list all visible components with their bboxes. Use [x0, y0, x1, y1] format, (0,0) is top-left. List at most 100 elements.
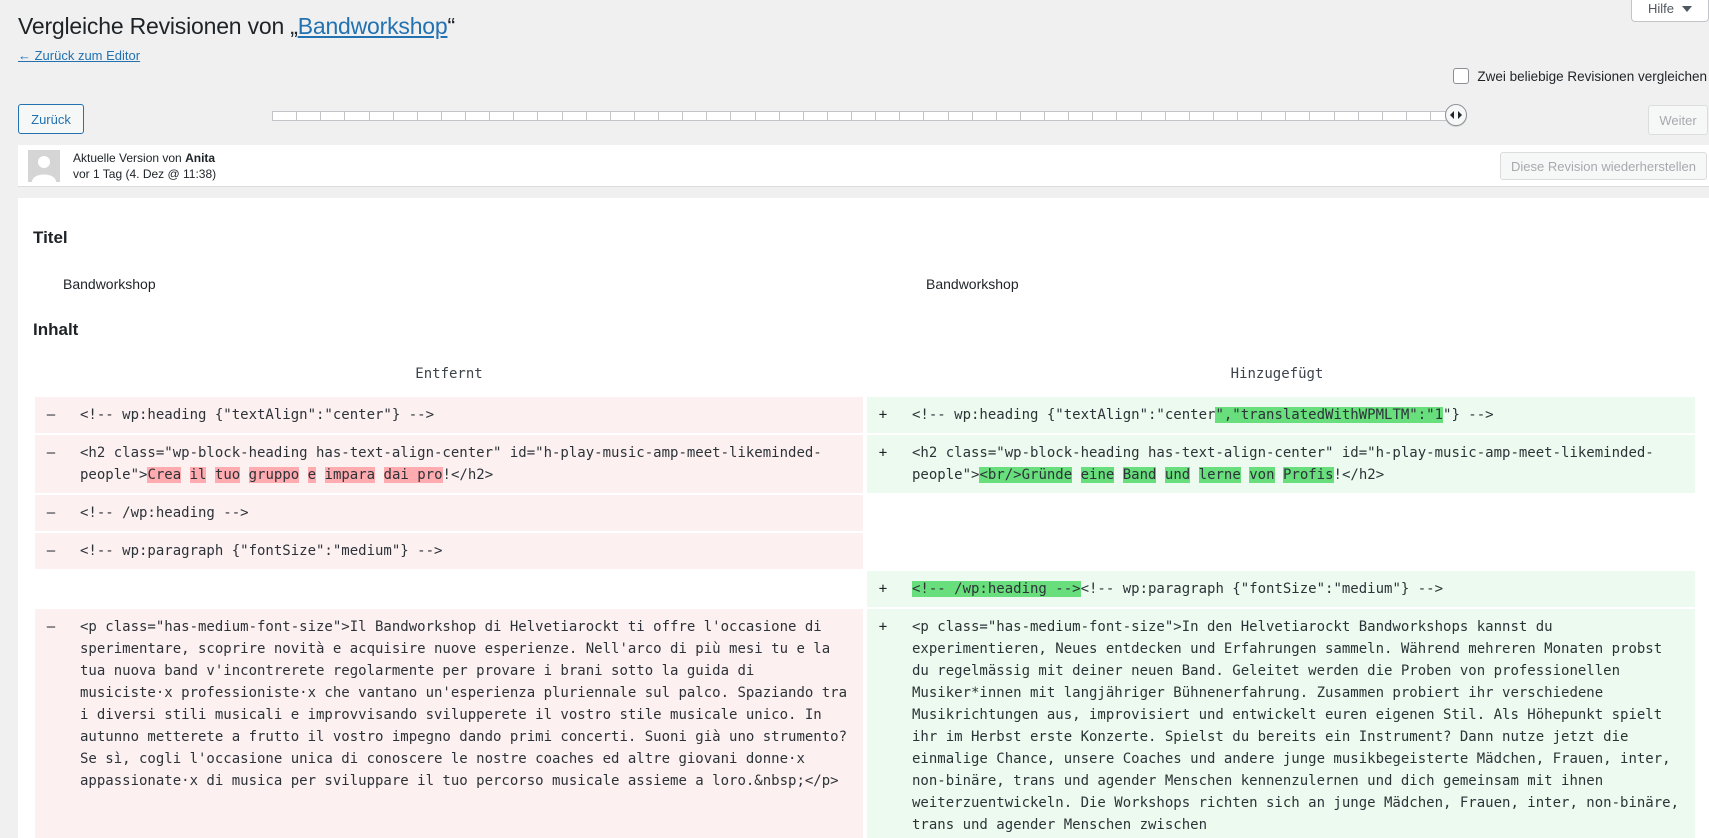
- revision-tick[interactable]: [828, 112, 852, 120]
- slider-handle[interactable]: [1445, 104, 1467, 126]
- added-column-header: Hinzugefügt: [1230, 366, 1324, 382]
- diff-removed-cell: – <p class="has-medium-font-size">Il Band…: [35, 609, 863, 838]
- diff-row: – <!-- /wp:heading -->: [35, 495, 1709, 531]
- diff-empty-cell: [867, 495, 1695, 531]
- revision-slider[interactable]: [272, 111, 1456, 121]
- revision-tick[interactable]: [345, 112, 370, 120]
- added-highlight: eine: [1080, 467, 1115, 483]
- diff-removed-cell: – <!-- /wp:heading -->: [35, 495, 863, 531]
- post-title-link[interactable]: Bandworkshop: [298, 13, 448, 39]
- revision-tick[interactable]: [997, 112, 1021, 120]
- revision-tick[interactable]: [635, 112, 659, 120]
- revision-tick[interactable]: [466, 112, 491, 120]
- added-highlight: und: [1164, 467, 1191, 483]
- revision-tick[interactable]: [394, 112, 418, 120]
- revision-tick[interactable]: [563, 112, 587, 120]
- revision-tick[interactable]: [1407, 112, 1431, 120]
- removed-highlight: e: [307, 467, 317, 483]
- removed-text: <!-- wp:paragraph {"fontSize":"medium"} …: [80, 543, 443, 559]
- removed-text: !</h2>: [442, 467, 494, 483]
- revision-tick[interactable]: [924, 112, 949, 120]
- back-to-editor-link[interactable]: ← Zurück zum Editor: [18, 48, 140, 63]
- removed-highlight: tuo: [214, 467, 241, 483]
- diff-empty-cell: [867, 533, 1695, 569]
- revision-tick[interactable]: [1021, 112, 1045, 120]
- help-tab-button[interactable]: Hilfe: [1631, 0, 1709, 22]
- added-highlight: lerne: [1198, 467, 1241, 483]
- removed-text: <!-- /wp:heading -->: [80, 505, 249, 521]
- revision-tick[interactable]: [659, 112, 684, 120]
- restore-revision-button[interactable]: Diese Revision wiederherstellen: [1500, 152, 1707, 180]
- revision-tick[interactable]: [321, 112, 346, 120]
- compare-two-checkbox[interactable]: [1453, 68, 1470, 84]
- revision-tick[interactable]: [1142, 112, 1166, 120]
- revision-tick[interactable]: [1359, 112, 1383, 120]
- revision-tick[interactable]: [514, 112, 539, 120]
- revision-tick[interactable]: [973, 112, 997, 120]
- revision-tick[interactable]: [900, 112, 925, 120]
- title-suffix: “: [447, 13, 455, 39]
- revision-tick[interactable]: [1335, 112, 1359, 120]
- revision-tick[interactable]: [490, 112, 515, 120]
- minus-icon: –: [46, 505, 56, 521]
- added-text: <!-- wp:heading {"textAlign":"center: [912, 407, 1216, 423]
- revision-tick[interactable]: [852, 112, 877, 120]
- revision-tick[interactable]: [538, 112, 563, 120]
- diff-removed-cell: – <!-- wp:heading {"textAlign":"center"} …: [35, 397, 863, 433]
- revision-tick[interactable]: [442, 112, 466, 120]
- revision-tick[interactable]: [418, 112, 442, 120]
- revision-tick[interactable]: [1238, 112, 1263, 120]
- revision-tick[interactable]: [1286, 112, 1311, 120]
- plus-icon: +: [878, 407, 888, 423]
- diff-added-cell: + <!-- wp:heading {"textAlign":"center","…: [867, 397, 1695, 433]
- revision-tick[interactable]: [297, 112, 322, 120]
- plus-icon: +: [878, 445, 888, 461]
- revision-tick[interactable]: [1214, 112, 1238, 120]
- title-prefix: Vergleiche Revisionen von „: [18, 13, 298, 39]
- revision-tick[interactable]: [1093, 112, 1118, 120]
- diff-added-cell: + <p class="has-medium-font-size">In den …: [867, 609, 1695, 838]
- title-old-value: Bandworkshop: [63, 276, 156, 292]
- revision-tick[interactable]: [370, 112, 394, 120]
- revision-tick[interactable]: [731, 112, 756, 120]
- added-highlight: Profis: [1282, 467, 1334, 483]
- revision-tick[interactable]: [876, 112, 901, 120]
- diff-row: – <!-- wp:heading {"textAlign":"center"} …: [35, 397, 1709, 433]
- plus-icon: +: [878, 619, 888, 635]
- revision-tick[interactable]: [949, 112, 973, 120]
- diff-row: + <!-- /wp:heading --><!-- wp:paragraph {…: [35, 571, 1709, 607]
- added-highlight: ","translatedWithWPMLTM":"1: [1215, 407, 1444, 423]
- revision-tick[interactable]: [1069, 112, 1094, 120]
- revision-tick[interactable]: [1383, 112, 1407, 120]
- previous-revision-button[interactable]: Zurück: [18, 104, 84, 134]
- user-placeholder-icon: [28, 150, 60, 182]
- removed-text: <p class="has-medium-font-size">Il Bandw…: [80, 619, 856, 789]
- next-revision-button[interactable]: Weiter: [1648, 105, 1708, 135]
- revision-tick[interactable]: [804, 112, 828, 120]
- revision-tick[interactable]: [1117, 112, 1142, 120]
- revision-tick[interactable]: [1166, 112, 1190, 120]
- revision-author: Anita: [185, 151, 216, 165]
- revision-tick[interactable]: [780, 112, 804, 120]
- arrows-left-right-icon: [1450, 111, 1462, 119]
- diff-added-cell: + <h2 class="wp-block-heading has-text-al…: [867, 435, 1695, 493]
- revision-tick[interactable]: [611, 112, 635, 120]
- title-new-value: Bandworkshop: [926, 276, 1019, 292]
- revision-tick[interactable]: [683, 112, 708, 120]
- avatar: [28, 150, 60, 182]
- revision-tick[interactable]: [1045, 112, 1070, 120]
- revision-tick[interactable]: [1262, 112, 1287, 120]
- diff-empty-cell: [35, 571, 863, 607]
- added-highlight: von: [1249, 467, 1275, 483]
- revision-tick[interactable]: [707, 112, 732, 120]
- revision-tick[interactable]: [587, 112, 611, 120]
- revision-tick[interactable]: [756, 112, 780, 120]
- revision-tick[interactable]: [1310, 112, 1335, 120]
- compare-two-toggle[interactable]: Zwei beliebige Revisionen vergleichen: [1453, 68, 1707, 84]
- added-highlight: <br/>Gründe: [979, 467, 1073, 483]
- revision-tick[interactable]: [273, 112, 298, 120]
- compare-two-label: Zwei beliebige Revisionen vergleichen: [1477, 68, 1707, 84]
- removed-highlight: Crea: [147, 467, 182, 483]
- added-highlight: <!-- /wp:heading -->: [912, 581, 1081, 597]
- revision-tick[interactable]: [1190, 112, 1214, 120]
